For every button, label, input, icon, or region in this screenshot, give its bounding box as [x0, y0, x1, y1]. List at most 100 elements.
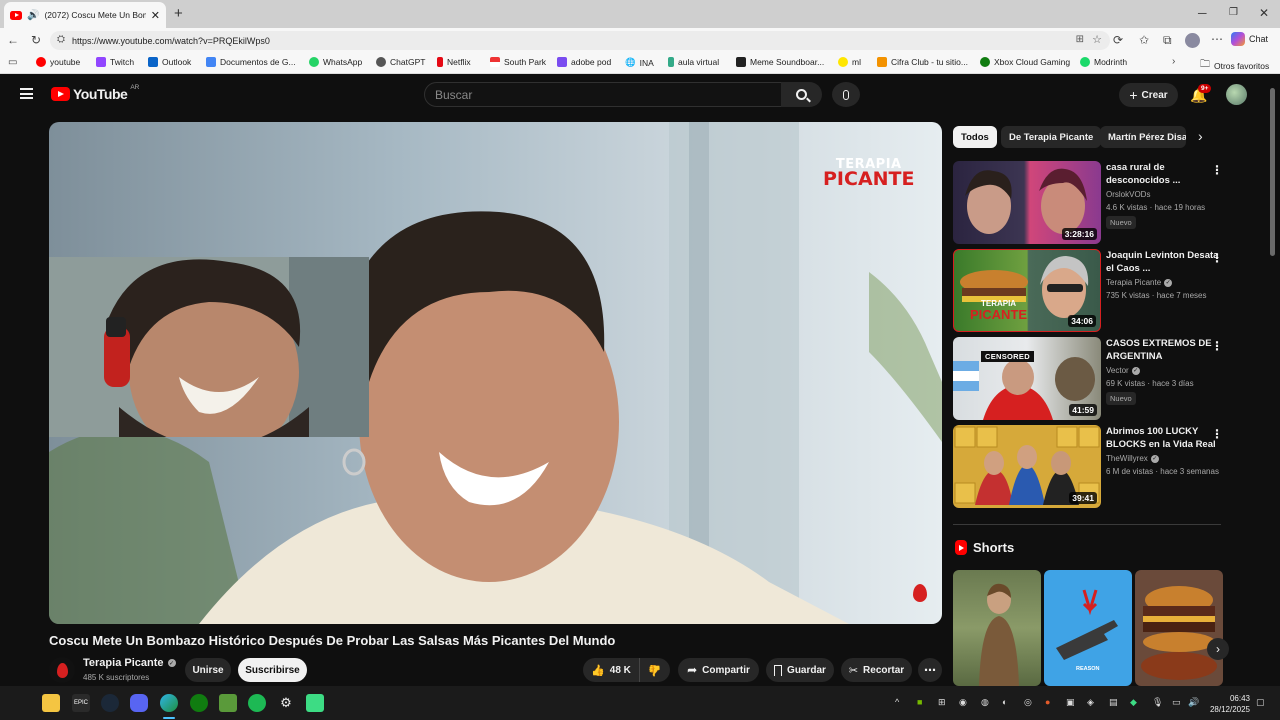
recommendation-channel[interactable]: TheWillyrex ✓	[1106, 454, 1159, 463]
app-available-icon[interactable]: ⊞	[1076, 34, 1084, 45]
chip-related[interactable]: Martín Pérez Disal	[1100, 126, 1186, 148]
more-bookmarks-chevron-icon[interactable]: ›	[1172, 56, 1175, 67]
tray-app-icon[interactable]: ▣	[1066, 697, 1075, 708]
bookmark-modrinth[interactable]: Modrinth	[1080, 57, 1127, 67]
recommendation-title[interactable]: Abrimos 100 LUCKY BLOCKS en la Vida Real	[1106, 425, 1224, 451]
bookmark-docs[interactable]: Documentos de G...	[206, 57, 296, 67]
chips-next-arrow-icon[interactable]: ›	[1198, 128, 1203, 144]
microphone-tray-icon[interactable]: 🎙	[1152, 697, 1163, 708]
recommendation-item[interactable]: CENSORED 41:59 CASOS EXTREMOS DE ARGENTI…	[953, 337, 1233, 420]
short-thumbnail[interactable]: REASON	[1044, 570, 1132, 686]
recommendation-item[interactable]: 3:28:16 casa rural de desconocidos ... O…	[953, 161, 1233, 244]
clip-button[interactable]: ✂ Recortar	[841, 658, 912, 682]
dislike-button[interactable]: 👍	[639, 658, 670, 682]
bookmark-outlook[interactable]: Outlook	[148, 57, 191, 67]
kebab-menu-icon[interactable]: ⋮	[1211, 427, 1223, 441]
tray-app-icon[interactable]: ▤	[1109, 697, 1118, 708]
bookmark-cifra-club[interactable]: Cifra Club - tu sitio...	[877, 57, 968, 67]
refresh-icon[interactable]: ↻	[31, 33, 41, 47]
share-button[interactable]: ➦ Compartir	[678, 658, 759, 682]
like-button[interactable]: 👍 48 K	[583, 658, 639, 682]
save-button[interactable]: Guardar	[766, 658, 834, 682]
other-favorites[interactable]: 🗀 Otros favoritos	[1200, 57, 1269, 74]
search-button[interactable]	[781, 82, 822, 107]
tray-app-icon[interactable]: ◆	[1130, 697, 1137, 708]
chip-from-channel[interactable]: De Terapia Picante	[1001, 126, 1102, 148]
favorite-star-icon[interactable]: ☆	[1092, 33, 1102, 46]
tray-app-icon[interactable]: ⊞	[938, 697, 946, 708]
epic-games-icon[interactable]: EPIC	[72, 694, 90, 712]
notification-center-icon[interactable]: ▢	[1256, 697, 1265, 708]
video-thumbnail[interactable]: TERAPIA PICANTE 34:06	[953, 249, 1101, 332]
bookmark-xbox-cloud[interactable]: Xbox Cloud Gaming	[980, 57, 1070, 67]
recommendation-title[interactable]: Joaquin Levinton Desata el Caos ...	[1106, 249, 1224, 275]
notifications-button[interactable]: 🔔 9+	[1190, 84, 1212, 105]
search-input[interactable]: Buscar	[424, 82, 782, 107]
short-thumbnail[interactable]	[1135, 570, 1223, 686]
video-thumbnail[interactable]: 39:41	[953, 425, 1101, 508]
kebab-menu-icon[interactable]: ⋮	[1211, 251, 1223, 265]
channel-avatar[interactable]	[49, 657, 75, 683]
profile-avatar[interactable]	[1185, 33, 1200, 48]
bookmark-aula-virtual[interactable]: aula virtual	[668, 57, 719, 67]
recommendation-item[interactable]: TERAPIA PICANTE 34:06 Joaquin Levinton D…	[953, 249, 1233, 332]
collections-icon[interactable]: ⧉	[1163, 33, 1172, 47]
recommendation-channel[interactable]: OrslokVODs	[1106, 190, 1150, 199]
video-thumbnail[interactable]: 3:28:16	[953, 161, 1101, 244]
settings-icon[interactable]: ⚙	[277, 694, 295, 712]
edge-icon[interactable]	[160, 694, 178, 712]
channel-name[interactable]: Terapia Picante ✓	[83, 657, 176, 669]
volume-icon[interactable]: 🔊	[1188, 697, 1199, 708]
show-hidden-icons-chevron[interactable]: ^	[895, 697, 899, 707]
tray-app-icon[interactable]: ◎	[1024, 697, 1032, 708]
hamburger-menu-icon[interactable]	[20, 88, 33, 99]
favorites-icon[interactable]: ✩	[1139, 33, 1149, 47]
url-field[interactable]: ⛭ https://www.youtube.com/watch?v=PRQEki…	[50, 31, 1110, 50]
bookmark-adobe-pod[interactable]: adobe pod	[557, 57, 611, 67]
close-tab-icon[interactable]: ✕	[151, 9, 160, 22]
nvidia-icon[interactable]: ■	[917, 697, 922, 707]
back-icon[interactable]: ←	[7, 33, 19, 47]
speaker-icon[interactable]: 🔊	[27, 10, 39, 21]
bookmark-ina[interactable]: 🌐 INA	[625, 57, 654, 68]
create-button[interactable]: + Crear	[1119, 83, 1178, 107]
site-info-icon[interactable]: ⛭	[57, 34, 65, 45]
shorts-next-button[interactable]: ›	[1207, 638, 1229, 660]
android-app-icon[interactable]	[306, 694, 324, 712]
bookmark-meme-soundboard[interactable]: Meme Soundboar...	[736, 57, 824, 67]
discord-icon[interactable]	[130, 694, 148, 712]
bookmark-twitch[interactable]: Twitch	[96, 57, 134, 67]
subscribe-button[interactable]: Suscribirse	[238, 658, 307, 682]
recommendation-title[interactable]: CASOS EXTREMOS DE ARGENTINA	[1106, 337, 1224, 363]
bookmark-southpark[interactable]: South Park	[490, 57, 546, 67]
more-menu-icon[interactable]: ⋯	[1211, 32, 1223, 46]
kebab-menu-icon[interactable]: ⋮	[1211, 163, 1223, 177]
discord-tray-icon[interactable]: ◍	[981, 697, 989, 708]
tray-app-icon[interactable]: ◈	[1087, 697, 1094, 708]
bookmark-youtube[interactable]: youtube	[36, 57, 80, 67]
sidebar-toggle-icon[interactable]: ▭	[8, 57, 17, 68]
extensions-icon[interactable]: ⟳	[1113, 33, 1123, 47]
account-avatar[interactable]	[1226, 84, 1247, 105]
tray-app-icon[interactable]: ◐	[1002, 697, 1007, 707]
copilot-chat-button[interactable]: Chat	[1231, 32, 1268, 46]
more-actions-button[interactable]: ⋯	[918, 658, 942, 682]
new-tab-button[interactable]: +	[174, 5, 183, 22]
clock[interactable]: 06:43 28/12/2025	[1208, 693, 1250, 715]
bookmark-netflix[interactable]: Netflix	[437, 57, 471, 67]
tray-app-icon[interactable]: ●	[1045, 697, 1050, 707]
recommendation-channel[interactable]: Terapia Picante ✓	[1106, 278, 1173, 287]
youtube-logo[interactable]: YouTube AR	[51, 84, 139, 102]
start-menu-icon[interactable]	[12, 694, 29, 711]
bookmark-chatgpt[interactable]: ChatGPT	[376, 57, 425, 67]
tray-app-icon[interactable]: ◉	[959, 697, 967, 708]
network-icon[interactable]: ▭	[1172, 697, 1181, 708]
video-thumbnail[interactable]: CENSORED 41:59	[953, 337, 1101, 420]
page-scrollbar[interactable]	[1270, 88, 1275, 256]
video-player[interactable]: TERAPIA PICANTE	[49, 122, 942, 624]
recommendation-item[interactable]: 39:41 Abrimos 100 LUCKY BLOCKS en la Vid…	[953, 425, 1233, 508]
xbox-icon[interactable]	[190, 694, 208, 712]
browser-tab[interactable]: 🔊 (2072) Coscu Mete Un Bombazo Histórico…	[4, 2, 166, 28]
spotify-icon[interactable]	[248, 694, 266, 712]
bookmark-whatsapp[interactable]: WhatsApp	[309, 57, 362, 67]
